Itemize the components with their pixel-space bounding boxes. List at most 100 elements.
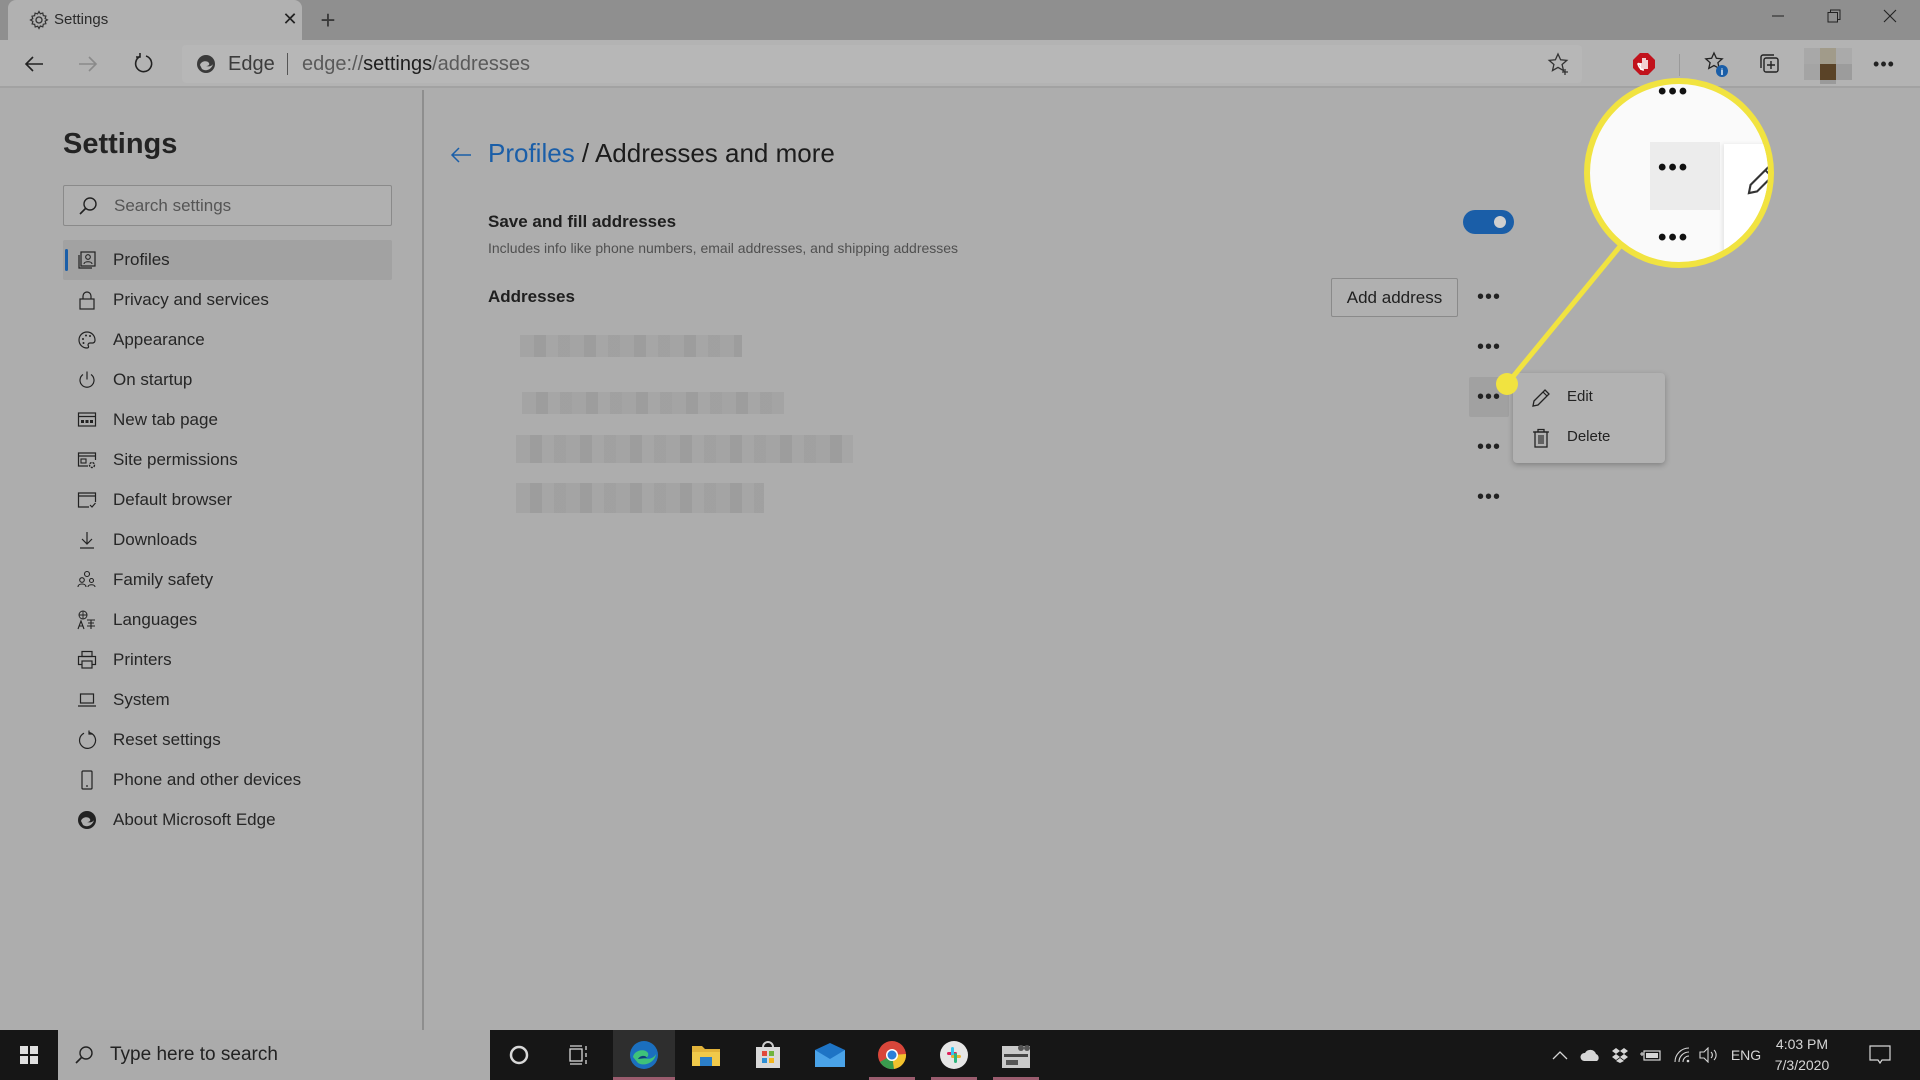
address-bar[interactable]: Edge edge://settings/addresses <box>182 45 1582 83</box>
address-row[interactable] <box>516 435 856 463</box>
sidebar-item-label: On startup <box>113 370 193 389</box>
sidebar-item-reset-settings[interactable]: Reset settings <box>63 720 392 760</box>
sidebar-item-new-tab-page[interactable]: New tab page <box>63 400 392 440</box>
addresses-heading: Addresses <box>488 287 575 306</box>
address-row-more-button[interactable]: ••• <box>1469 477 1509 517</box>
battery-icon <box>1640 1050 1661 1061</box>
taskbar-store[interactable] <box>737 1030 799 1080</box>
menu-item-delete[interactable]: Delete <box>1513 417 1665 457</box>
sidebar-item-downloads[interactable]: Downloads <box>63 520 392 560</box>
favorite-add-icon[interactable] <box>1546 51 1572 77</box>
toggle-knob <box>1494 216 1506 228</box>
profile-avatar[interactable] <box>1804 44 1852 84</box>
volume-tray[interactable] <box>1696 1030 1722 1080</box>
sidebar-item-phone-devices[interactable]: Phone and other devices <box>63 760 392 800</box>
taskbar-edge[interactable] <box>613 1030 675 1080</box>
new-tab-button[interactable]: + <box>315 5 341 35</box>
breadcrumb-profiles-link[interactable]: Profiles <box>488 138 575 168</box>
sidebar-item-family-safety[interactable]: Family safety <box>63 560 392 600</box>
sidebar-item-appearance[interactable]: Appearance <box>63 320 392 360</box>
more-button[interactable]: ••• <box>1866 46 1902 82</box>
save-fill-toggle[interactable] <box>1463 210 1514 234</box>
sidebar-item-languages[interactable]: Languages <box>63 600 392 640</box>
clock[interactable]: 4:03 PM 7/3/2020 <box>1762 1034 1842 1076</box>
profiles-icon <box>78 251 96 269</box>
address-row[interactable] <box>516 483 766 513</box>
start-button[interactable] <box>0 1030 58 1080</box>
family-icon <box>77 570 96 588</box>
slack-icon <box>940 1041 968 1069</box>
addresses-more-button[interactable]: ••• <box>1469 277 1509 317</box>
task-view-button[interactable] <box>548 1030 610 1080</box>
menu-item-edit[interactable]: Edit <box>1513 377 1665 417</box>
save-fill-title: Save and fill addresses <box>488 212 677 231</box>
address-context-menu: Edit Delete <box>1513 373 1665 463</box>
address-row[interactable] <box>516 335 746 361</box>
add-address-button[interactable]: Add address <box>1331 278 1458 317</box>
wifi-tray[interactable] <box>1670 1030 1694 1080</box>
language-indicator[interactable]: ENG <box>1726 1030 1766 1080</box>
refresh-button[interactable] <box>126 46 162 82</box>
url-text[interactable]: edge://settings/addresses <box>302 53 530 76</box>
close-tab-icon[interactable]: ✕ <box>280 8 300 30</box>
url-host: settings <box>363 53 433 75</box>
cortana-button[interactable] <box>488 1030 550 1080</box>
new-tab-icon <box>77 412 97 427</box>
dropbox-tray[interactable] <box>1608 1030 1632 1080</box>
search-settings-input[interactable] <box>114 186 384 225</box>
tab-settings[interactable]: Settings ✕ <box>8 0 302 40</box>
close-window-button[interactable] <box>1862 0 1918 32</box>
collections-button[interactable] <box>1752 46 1788 82</box>
address-row-more-button[interactable]: ••• <box>1469 427 1509 467</box>
address-row-more-button[interactable]: ••• <box>1469 327 1509 367</box>
address-row[interactable] <box>516 392 786 418</box>
sidebar-item-about-edge[interactable]: About Microsoft Edge <box>63 800 392 840</box>
gear-icon <box>29 10 49 30</box>
minimize-button[interactable] <box>1750 0 1806 32</box>
taskbar-app[interactable] <box>985 1030 1047 1080</box>
site-permissions-icon <box>77 452 97 469</box>
sidebar-item-default-browser[interactable]: Default browser <box>63 480 392 520</box>
power-icon <box>79 371 95 388</box>
url-path: /addresses <box>432 53 530 75</box>
show-hidden-icons-button[interactable] <box>1550 1030 1570 1080</box>
onedrive-tray[interactable] <box>1578 1030 1604 1080</box>
search-settings-field[interactable] <box>63 185 392 226</box>
action-center-button[interactable] <box>1862 1030 1898 1080</box>
back-button[interactable] <box>16 46 52 82</box>
taskbar-file-explorer[interactable] <box>675 1030 737 1080</box>
more-icon: ••• <box>1476 486 1501 508</box>
favorites-button[interactable]: i <box>1698 46 1734 82</box>
sidebar-item-system[interactable]: System <box>63 680 392 720</box>
settings-sidebar: Settings Profiles Privacy and services A… <box>0 90 424 1030</box>
restore-icon <box>1827 9 1841 23</box>
taskbar-search-box[interactable]: Type here to search <box>58 1030 490 1080</box>
back-arrow-icon[interactable] <box>448 142 474 168</box>
taskbar-mail[interactable] <box>799 1030 861 1080</box>
taskbar-slack[interactable] <box>923 1030 985 1080</box>
wifi-icon <box>1674 1047 1690 1063</box>
task-view-icon <box>569 1045 587 1065</box>
adblock-extension-button[interactable] <box>1626 46 1662 82</box>
forward-button[interactable] <box>70 46 106 82</box>
magnified-dots-icon: ••• <box>1658 224 1690 251</box>
favorites-icon: i <box>1704 51 1728 77</box>
sidebar-item-label: Downloads <box>113 530 198 549</box>
restore-button[interactable] <box>1806 0 1862 32</box>
search-icon <box>75 1046 93 1064</box>
sidebar-item-privacy[interactable]: Privacy and services <box>63 280 392 320</box>
sidebar-item-on-startup[interactable]: On startup <box>63 360 392 400</box>
sidebar-item-site-permissions[interactable]: Site permissions <box>63 440 392 480</box>
browser-toolbar: Edge edge://settings/addresses i ••• <box>0 40 1920 88</box>
breadcrumb: Profiles / Addresses and more <box>488 138 835 169</box>
sidebar-item-label: Appearance <box>113 330 205 349</box>
windows-logo-icon <box>20 1046 38 1064</box>
site-label: Edge <box>228 53 275 75</box>
avatar-image <box>1804 48 1852 84</box>
sidebar-item-printers[interactable]: Printers <box>63 640 392 680</box>
taskbar-chrome[interactable] <box>861 1030 923 1080</box>
sidebar-item-profiles[interactable]: Profiles <box>63 240 392 280</box>
magnified-dots-icon: ••• <box>1658 78 1690 105</box>
battery-tray[interactable] <box>1638 1030 1664 1080</box>
chevron-up-icon <box>1552 1051 1568 1060</box>
